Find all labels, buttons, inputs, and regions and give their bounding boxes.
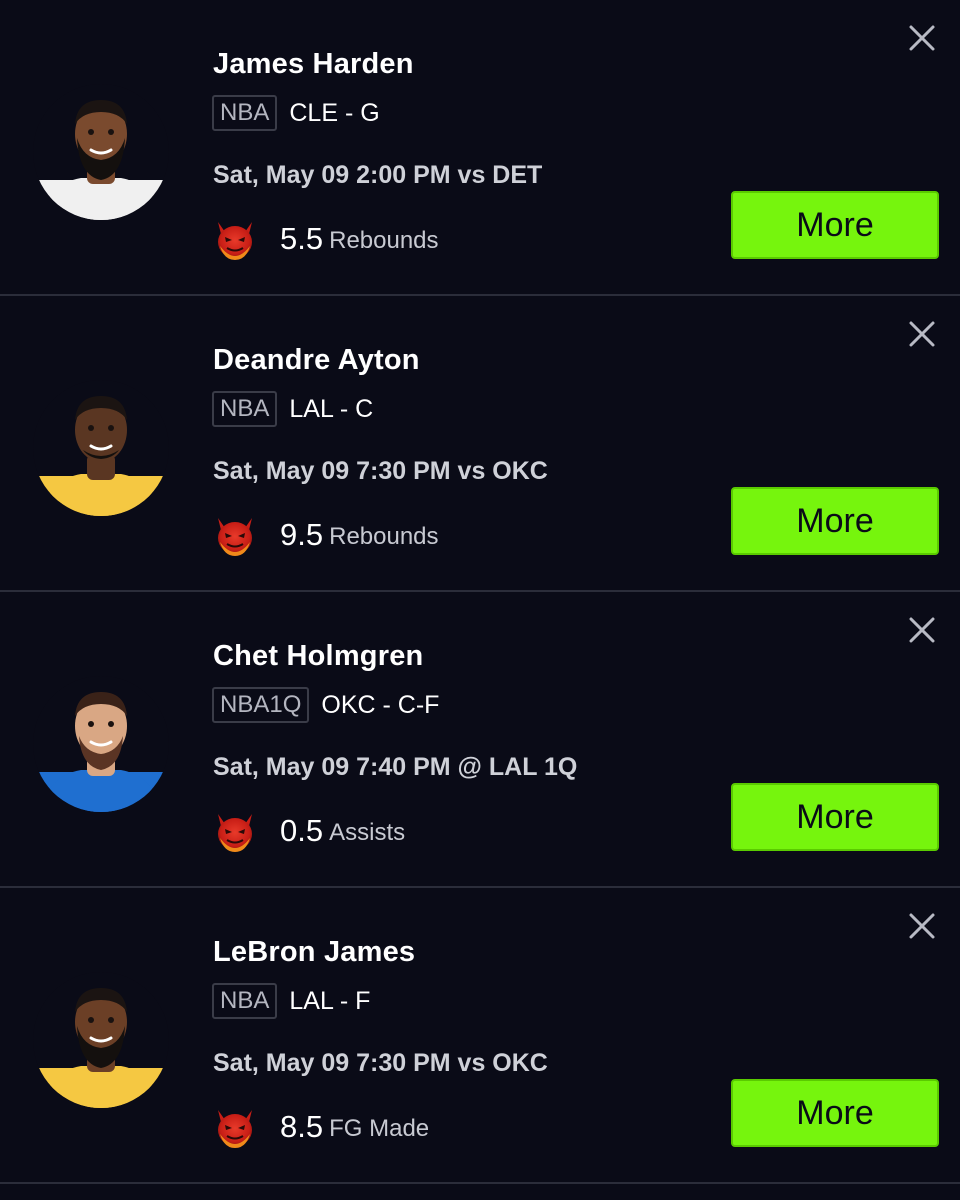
- player-headshot: [33, 972, 169, 1108]
- player-card: Deandre Ayton NBA LAL - C Sat, May 09 7:…: [0, 296, 960, 592]
- player-card: LeBron James NBA LAL - F Sat, May 09 7:3…: [0, 888, 960, 1184]
- more-button[interactable]: More: [731, 191, 939, 259]
- prop-line-value: 9.5: [280, 517, 324, 552]
- player-card: James Harden NBA CLE - G Sat, May 09 2:0…: [0, 0, 960, 296]
- game-time-opponent: Sat, May 09 2:00 PM vs DET: [213, 161, 543, 189]
- player-headshot: [33, 84, 169, 220]
- team-position: CLE - G: [289, 98, 380, 127]
- player-name: James Harden: [213, 48, 414, 80]
- prop-stat-type: Rebounds: [329, 523, 439, 550]
- prop-line-row: 8.5 FG Made: [212, 1104, 429, 1150]
- devil-emoji-icon: [218, 814, 252, 852]
- league-team-row: NBA LAL - F: [212, 982, 370, 1020]
- team-position: LAL - C: [289, 394, 374, 423]
- league-team-row: NBA LAL - C: [212, 390, 373, 428]
- close-icon: [909, 913, 935, 939]
- prop-line-row: 9.5 Rebounds: [212, 512, 439, 558]
- game-time-opponent: Sat, May 09 7:30 PM vs OKC: [213, 1049, 548, 1077]
- prop-line-value: 5.5: [280, 221, 324, 256]
- league-badge: NBA: [212, 983, 278, 1019]
- team-position: LAL - F: [289, 986, 371, 1015]
- player-card: Chet Holmgren NBA1Q OKC - C-F Sat, May 0…: [0, 592, 960, 888]
- player-headshot: [33, 380, 169, 516]
- prop-line-value: 0.5: [280, 813, 324, 848]
- close-icon: [909, 25, 935, 51]
- more-button[interactable]: More: [731, 487, 939, 555]
- player-name: LeBron James: [213, 936, 416, 968]
- league-badge: NBA: [212, 391, 278, 427]
- game-time-opponent: Sat, May 09 7:30 PM vs OKC: [213, 457, 548, 485]
- player-name: Chet Holmgren: [213, 640, 424, 672]
- prop-stat-type: Assists: [329, 819, 406, 846]
- prop-line-row: 5.5 Rebounds: [212, 216, 439, 262]
- prop-stat-type: FG Made: [329, 1115, 430, 1142]
- more-button[interactable]: More: [731, 783, 939, 851]
- remove-player-button[interactable]: [906, 614, 938, 646]
- prop-line-row: 0.5 Assists: [212, 808, 405, 854]
- league-team-row: NBA CLE - G: [212, 94, 380, 132]
- devil-emoji-icon: [218, 1110, 252, 1148]
- more-button[interactable]: More: [731, 1079, 939, 1147]
- team-position: OKC - C-F: [321, 690, 440, 719]
- game-time-opponent: Sat, May 09 7:40 PM @ LAL 1Q: [213, 753, 578, 781]
- player-prop-list: James Harden NBA CLE - G Sat, May 09 2:0…: [0, 0, 960, 1200]
- close-icon: [909, 617, 935, 643]
- league-team-row: NBA1Q OKC - C-F: [212, 686, 439, 724]
- remove-player-button[interactable]: [906, 22, 938, 54]
- remove-player-button[interactable]: [906, 910, 938, 942]
- remove-player-button[interactable]: [906, 318, 938, 350]
- league-badge: NBA1Q: [212, 687, 310, 723]
- prop-stat-type: Rebounds: [329, 227, 439, 254]
- league-badge: NBA: [212, 95, 278, 131]
- close-icon: [909, 321, 935, 347]
- player-headshot: [33, 676, 169, 812]
- devil-emoji-icon: [218, 518, 252, 556]
- prop-line-value: 8.5: [280, 1109, 324, 1144]
- devil-emoji-icon: [218, 222, 252, 260]
- player-name: Deandre Ayton: [213, 344, 420, 376]
